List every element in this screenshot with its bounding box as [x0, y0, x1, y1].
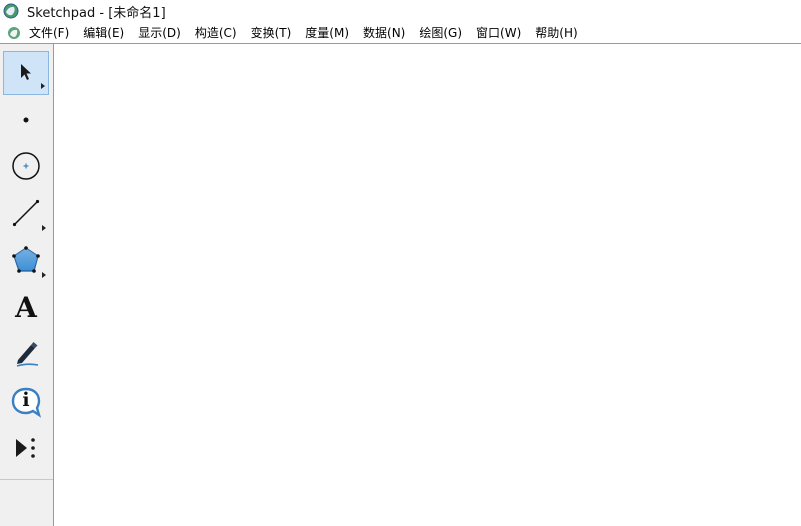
text-icon: A — [15, 291, 37, 324]
submenu-indicator-icon — [41, 83, 45, 89]
menu-file[interactable]: 文件(F) — [29, 22, 69, 43]
window-title: Sketchpad - [未命名1] — [27, 2, 166, 21]
document-title: - [未命名1] — [95, 5, 166, 21]
menu-edit[interactable]: 编辑(E) — [83, 22, 124, 43]
menu-measure[interactable]: 度量(M) — [305, 22, 349, 43]
tool-text[interactable]: A — [3, 286, 49, 330]
submenu-indicator-icon — [42, 272, 46, 278]
custom-tool-icon — [12, 435, 40, 464]
tool-polygon[interactable] — [3, 239, 49, 283]
arrow-select-icon — [16, 61, 36, 86]
straightedge-icon — [11, 198, 41, 231]
document-icon[interactable] — [7, 26, 21, 40]
marker-icon — [11, 339, 41, 372]
tool-straightedge[interactable] — [3, 192, 49, 236]
tool-compass[interactable] — [3, 145, 49, 189]
information-icon: i — [10, 386, 42, 418]
title-bar: Sketchpad - [未命名1] — [0, 0, 801, 22]
menu-data[interactable]: 数据(N) — [363, 22, 405, 43]
app-name: Sketchpad — [27, 5, 96, 21]
information-glyph: i — [22, 389, 30, 411]
menu-window[interactable]: 窗口(W) — [476, 22, 521, 43]
sketchpad-logo-icon — [3, 3, 19, 19]
tool-information[interactable]: i — [3, 380, 49, 424]
menu-transform[interactable]: 变换(T) — [251, 22, 292, 43]
menu-help[interactable]: 帮助(H) — [535, 22, 577, 43]
submenu-indicator-icon — [42, 225, 46, 231]
menu-bar: 文件(F) 编辑(E) 显示(D) 构造(C) 变换(T) 度量(M) 数据(N… — [0, 22, 801, 44]
toolbox-divider — [0, 479, 53, 480]
menu-display[interactable]: 显示(D) — [138, 22, 181, 43]
sketch-canvas[interactable] — [55, 44, 801, 526]
tool-marker[interactable] — [3, 333, 49, 377]
compass-icon — [11, 151, 41, 184]
tool-arrow[interactable] — [3, 51, 49, 95]
menu-graph[interactable]: 绘图(G) — [419, 22, 462, 43]
tool-point[interactable] — [3, 98, 49, 142]
polygon-icon — [11, 245, 41, 278]
tool-custom[interactable] — [3, 427, 49, 471]
point-icon — [22, 113, 30, 127]
menu-construct[interactable]: 构造(C) — [195, 22, 237, 43]
toolbox: A i — [0, 44, 54, 526]
